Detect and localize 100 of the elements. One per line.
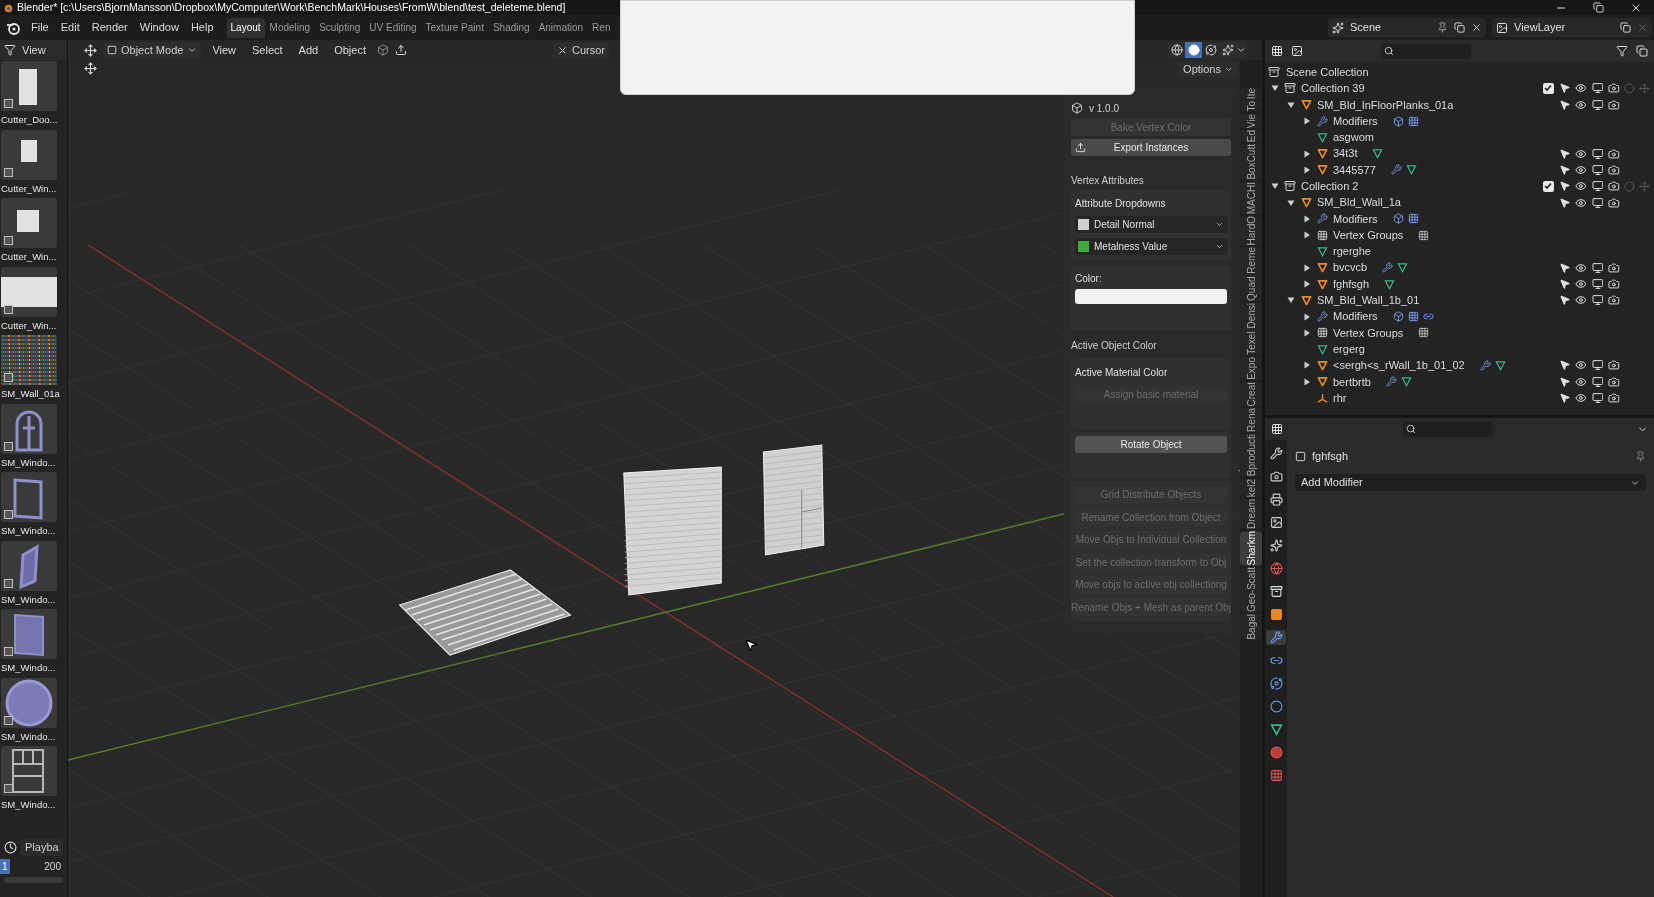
asset-thumbnail[interactable] xyxy=(1,61,57,111)
monitor-icon[interactable] xyxy=(1591,375,1604,388)
search-field[interactable] xyxy=(1403,421,1493,437)
outliner-item-label[interactable]: 3445577 xyxy=(1333,161,1376,179)
sidebar-tab[interactable]: To xyxy=(1240,101,1262,112)
outliner-item-label[interactable]: bertbrtb xyxy=(1333,373,1371,391)
sidebar-tab[interactable]: Bagal xyxy=(1240,614,1262,640)
select-pointer-icon[interactable] xyxy=(1559,294,1571,307)
asset-thumbnail[interactable] xyxy=(1,609,57,659)
expand-arrow-icon[interactable] xyxy=(1303,328,1311,337)
monitor-icon[interactable] xyxy=(1591,278,1604,290)
camera-icon[interactable] xyxy=(1607,375,1620,388)
outliner-item-label[interactable]: Modifiers xyxy=(1333,308,1378,325)
options-dropdown[interactable]: Options xyxy=(1178,62,1238,77)
close-icon[interactable] xyxy=(1471,22,1482,33)
select-pointer-icon[interactable] xyxy=(1559,196,1571,209)
camera-icon[interactable] xyxy=(1607,294,1620,307)
eye-icon[interactable] xyxy=(1575,294,1588,307)
select-pointer-icon[interactable] xyxy=(1559,82,1571,95)
eye-icon[interactable] xyxy=(1575,196,1588,209)
select-pointer-icon[interactable] xyxy=(1559,392,1571,405)
monitor-icon[interactable] xyxy=(1591,98,1604,111)
outliner-item-label[interactable]: SM_Bld_Wall_1b_01 xyxy=(1317,292,1420,309)
outliner-item-label[interactable]: asgwom xyxy=(1333,129,1374,146)
camera-icon[interactable] xyxy=(1607,196,1620,209)
sidebar-tab[interactable]: Bproducti xyxy=(1240,434,1262,477)
attribute-dropdown[interactable]: Metalness Value xyxy=(1075,238,1227,255)
eye-icon[interactable] xyxy=(1575,261,1588,274)
sidebar-tab[interactable]: kel2 xyxy=(1240,478,1262,497)
asset-thumbnail[interactable] xyxy=(1,266,57,317)
mode-dropdown[interactable]: Object Mode xyxy=(103,42,202,58)
camera-icon[interactable] xyxy=(1607,278,1620,290)
asset-thumbnail[interactable] xyxy=(1,403,57,454)
camera-icon[interactable] xyxy=(1607,163,1620,176)
checkbox[interactable] xyxy=(1542,82,1554,94)
playback-menu[interactable]: Playba xyxy=(21,839,63,856)
asset-thumbnail[interactable] xyxy=(1,540,57,591)
display-mode-icon[interactable] xyxy=(1291,45,1303,57)
select-pointer-icon[interactable] xyxy=(1559,163,1571,176)
eye-icon[interactable] xyxy=(1575,147,1588,160)
expand-arrow-icon[interactable] xyxy=(1287,100,1295,109)
pin-icon[interactable] xyxy=(1437,22,1448,33)
search-field[interactable] xyxy=(1381,43,1471,59)
monitor-icon[interactable] xyxy=(1591,147,1604,160)
cursor-tool[interactable]: Cursor xyxy=(553,42,609,58)
expand-arrow-icon[interactable] xyxy=(1303,263,1311,272)
monitor-icon[interactable] xyxy=(1591,82,1604,95)
outliner-item-label[interactable]: Collection 2 xyxy=(1301,178,1359,195)
monitor-icon[interactable] xyxy=(1591,196,1604,209)
asset-thumbnail[interactable] xyxy=(1,677,57,728)
add-modifier-dropdown[interactable]: Add Modifier xyxy=(1295,474,1646,491)
sidebar-tab[interactable]: Texel Densi xyxy=(1240,303,1262,356)
menu-item[interactable]: Edit xyxy=(55,19,85,36)
sidebar-tab[interactable]: Ite xyxy=(1240,88,1262,100)
workspace-tab[interactable]: Sculpting xyxy=(315,17,365,38)
expand-arrow-icon[interactable] xyxy=(1303,214,1311,223)
workspace-tab[interactable]: Texture Paint xyxy=(421,17,488,38)
outliner-item-label[interactable]: Collection 39 xyxy=(1301,80,1365,97)
sidebar-tab[interactable]: Expo xyxy=(1240,357,1262,380)
monitor-icon[interactable] xyxy=(1591,163,1604,176)
eye-icon[interactable] xyxy=(1575,375,1588,388)
view-layer-selector[interactable]: ViewLayer xyxy=(1492,18,1652,37)
menu-item[interactable]: Add xyxy=(293,41,324,59)
expand-arrow-icon[interactable] xyxy=(1303,231,1311,240)
panel-button[interactable]: Rotate Object xyxy=(1075,436,1227,453)
scene-selector[interactable]: Scene xyxy=(1328,18,1486,37)
clock-icon[interactable] xyxy=(4,840,17,854)
expand-arrow-icon[interactable] xyxy=(1271,84,1279,93)
eye-icon[interactable] xyxy=(1575,359,1588,372)
workspace-tab[interactable]: UV Editing xyxy=(365,17,421,38)
outliner-item-label[interactable]: bvcvcb xyxy=(1333,259,1368,276)
camera-icon[interactable] xyxy=(1607,147,1620,160)
select-pointer-icon[interactable] xyxy=(1559,278,1571,290)
expand-arrow-icon[interactable] xyxy=(1287,296,1295,305)
outliner-item-label[interactable]: SM_Bld_Wall_1a xyxy=(1317,194,1401,211)
sidebar-tab[interactable]: Rena xyxy=(1240,408,1262,433)
eye-icon[interactable] xyxy=(1575,82,1588,95)
camera-icon[interactable] xyxy=(1607,180,1620,193)
panel-button[interactable]: Export Instances xyxy=(1071,139,1231,156)
select-pointer-icon[interactable] xyxy=(1559,98,1571,111)
expand-arrow-icon[interactable] xyxy=(1303,361,1311,370)
outliner-item-label[interactable]: SM_Bld_InFloorPlanks_01a xyxy=(1317,96,1454,113)
eye-icon[interactable] xyxy=(1575,98,1588,111)
attribute-dropdown[interactable]: Detail Normal xyxy=(1075,216,1227,233)
outliner-item-label[interactable]: rhr xyxy=(1333,389,1347,407)
monitor-icon[interactable] xyxy=(1591,180,1604,193)
sidebar-tab[interactable]: Ed xyxy=(1240,129,1262,143)
outliner-item-label[interactable]: Scene Collection xyxy=(1286,63,1369,81)
sidebar-tab[interactable]: Geo-Scatt xyxy=(1240,567,1262,613)
expand-arrow-icon[interactable] xyxy=(1303,149,1311,158)
outliner-item-label[interactable]: Vertex Groups xyxy=(1333,226,1404,244)
workspace-tab[interactable]: Ren xyxy=(588,17,615,38)
camera-icon[interactable] xyxy=(1607,98,1620,111)
app-logo-icon[interactable] xyxy=(6,20,20,35)
restore-icon[interactable] xyxy=(1593,2,1604,13)
monitor-icon[interactable] xyxy=(1591,359,1604,372)
shading-mode-button[interactable] xyxy=(1185,42,1202,58)
sidebar-tab[interactable]: BoxCutt xyxy=(1240,144,1262,180)
menu-item[interactable]: Select xyxy=(247,41,288,59)
select-pointer-icon[interactable] xyxy=(1559,180,1571,193)
